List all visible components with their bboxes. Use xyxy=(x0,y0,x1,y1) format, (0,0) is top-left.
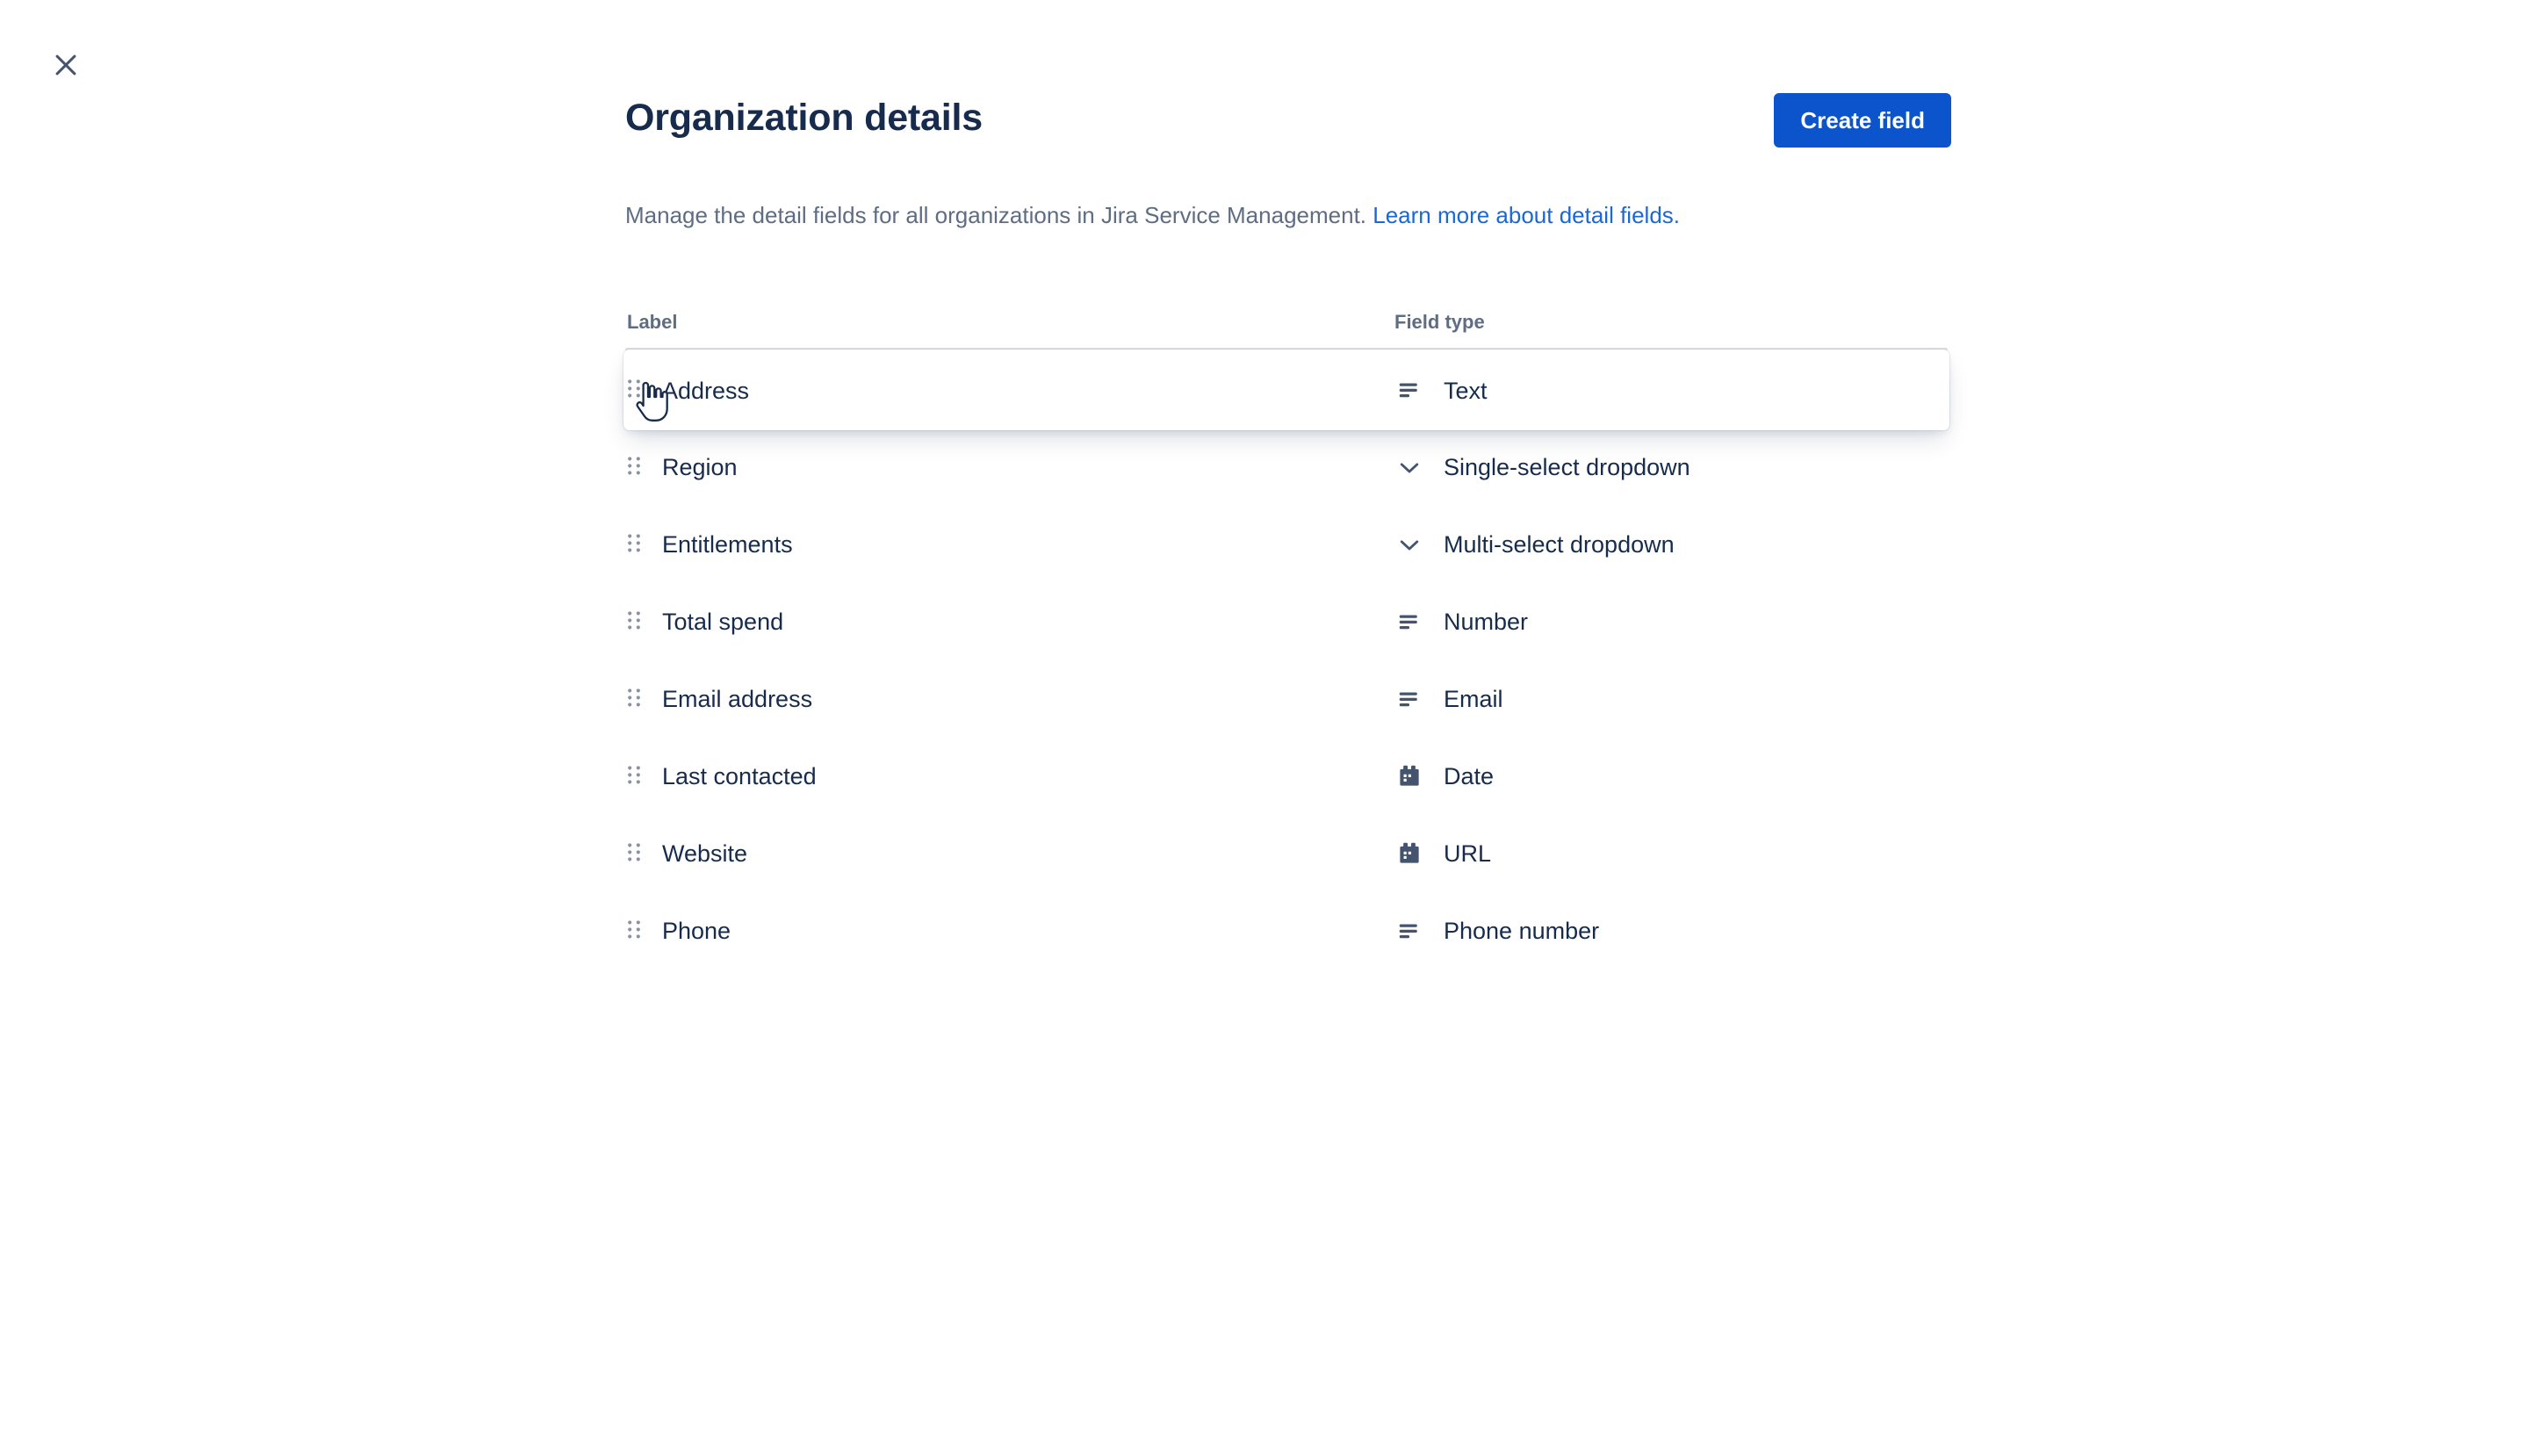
drag-handle-icon[interactable] xyxy=(627,452,653,482)
row-field-type: URL xyxy=(1444,840,1492,867)
drag-handle-icon[interactable] xyxy=(627,761,653,791)
row-label: Website xyxy=(662,840,748,867)
content-column: Organization details Create field Manage… xyxy=(623,0,1951,969)
table-row[interactable]: Phone Phone number xyxy=(625,892,1948,969)
table-row[interactable]: Last contacted Date xyxy=(625,738,1948,815)
row-label-cell: Email address xyxy=(627,684,1394,714)
table-row[interactable]: Entitlements Multi-select dropdown xyxy=(625,506,1948,583)
close-button[interactable] xyxy=(39,38,93,92)
row-field-type-cell: Text xyxy=(1394,375,1949,405)
row-label-cell: Phone xyxy=(627,916,1394,946)
row-field-type: Text xyxy=(1444,378,1488,404)
table-header-row: Label Field type xyxy=(625,295,1948,334)
row-field-type: Phone number xyxy=(1444,918,1600,944)
row-label: Last contacted xyxy=(662,763,817,789)
row-field-type-cell: Single-select dropdown xyxy=(1394,452,1948,482)
text-lines-icon xyxy=(1394,684,1424,714)
row-field-type-cell: URL xyxy=(1394,839,1948,869)
row-label: Region xyxy=(662,454,738,480)
chevron-down-icon xyxy=(1394,530,1424,559)
drag-handle-icon[interactable] xyxy=(627,839,653,869)
row-field-type: Date xyxy=(1444,763,1495,789)
table-row[interactable]: Address Text xyxy=(623,350,1949,430)
row-label-cell: Total spend xyxy=(627,607,1394,637)
row-label-cell: Website xyxy=(627,839,1394,869)
close-icon xyxy=(51,50,81,80)
calendar-icon xyxy=(1394,839,1424,869)
text-lines-icon xyxy=(1394,375,1424,405)
row-field-type: Multi-select dropdown xyxy=(1444,531,1675,558)
table-row[interactable]: Email address Email xyxy=(625,660,1948,738)
row-field-type: Number xyxy=(1444,609,1529,635)
row-label: Address xyxy=(662,378,750,404)
drag-handle-icon[interactable] xyxy=(627,530,653,559)
column-header-field-type: Field type xyxy=(1394,311,1485,333)
table-body: Address Text Region Single-select dropdown E… xyxy=(623,350,1949,969)
page-description: Manage the detail fields for all organiz… xyxy=(625,200,1951,230)
row-field-type-cell: Multi-select dropdown xyxy=(1394,530,1948,559)
row-field-type: Email xyxy=(1444,686,1503,712)
row-field-type: Single-select dropdown xyxy=(1444,454,1690,480)
column-header-label: Label xyxy=(627,311,678,333)
drag-handle-icon[interactable] xyxy=(627,375,653,405)
row-field-type-cell: Date xyxy=(1394,761,1948,791)
learn-more-link[interactable]: Learn more about detail fields. xyxy=(1373,202,1680,228)
table-row[interactable]: Region Single-select dropdown xyxy=(625,429,1948,506)
description-text: Manage the detail fields for all organiz… xyxy=(625,202,1373,228)
create-field-button[interactable]: Create field xyxy=(1774,93,1951,148)
drag-handle-icon[interactable] xyxy=(627,684,653,714)
row-field-type-cell: Phone number xyxy=(1394,916,1948,946)
drag-handle-icon[interactable] xyxy=(627,916,653,946)
text-lines-icon xyxy=(1394,607,1424,637)
table-row[interactable]: Total spend Number xyxy=(625,583,1948,660)
row-field-type-cell: Number xyxy=(1394,607,1948,637)
detail-fields-table: Label Field type Address Text Region Single… xyxy=(623,295,1949,969)
row-field-type-cell: Email xyxy=(1394,684,1948,714)
row-label-cell: Entitlements xyxy=(627,530,1394,559)
row-label-cell: Region xyxy=(627,452,1394,482)
row-label: Email address xyxy=(662,686,813,712)
page-title: Organization details xyxy=(625,97,983,139)
table-row[interactable]: Website URL xyxy=(625,815,1948,892)
calendar-icon xyxy=(1394,761,1424,791)
chevron-down-icon xyxy=(1394,452,1424,482)
page-header: Organization details Create field xyxy=(625,70,1951,176)
row-label: Phone xyxy=(662,918,731,944)
row-label-cell: Address xyxy=(627,375,1394,405)
row-label: Entitlements xyxy=(662,531,793,558)
organization-details-page: Organization details Create field Manage… xyxy=(0,0,2529,1456)
drag-handle-icon[interactable] xyxy=(627,607,653,637)
text-lines-icon xyxy=(1394,916,1424,946)
row-label: Total spend xyxy=(662,609,784,635)
row-label-cell: Last contacted xyxy=(627,761,1394,791)
